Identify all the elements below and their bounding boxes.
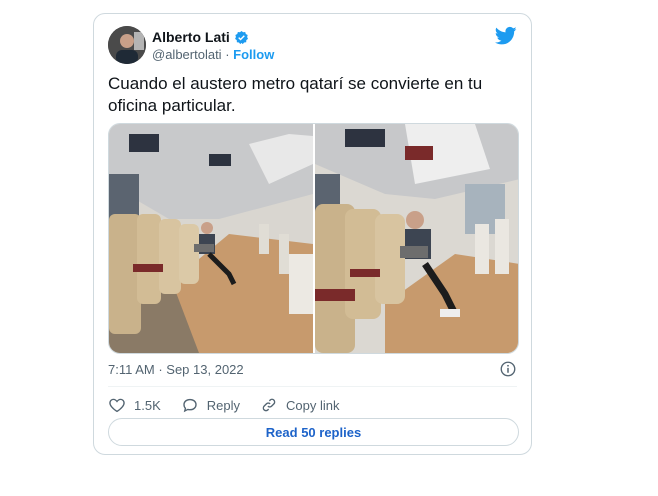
like-action[interactable]: 1.5K [108,396,161,414]
action-bar: 1.5K Reply Copy link [108,394,359,416]
reply-action[interactable]: Reply [181,396,240,414]
tweet-media [108,123,519,354]
link-icon [262,398,276,412]
twitter-bird-icon[interactable] [495,26,517,46]
photo-right[interactable] [314,124,518,353]
read-replies-button[interactable]: Read 50 replies [108,418,519,446]
avatar[interactable] [108,26,146,64]
tweet-text: Cuando el austero metro qatarí se convie… [108,74,483,115]
copy-link-action[interactable]: Copy link [260,396,339,414]
author-name[interactable]: Alberto Lati [152,29,230,45]
author-handle[interactable]: @albertolati [152,47,222,62]
reply-label: Reply [206,397,240,413]
like-count: 1.5K [134,397,161,413]
separator-dot: · [225,47,234,62]
photo-left[interactable] [109,124,313,353]
divider [108,386,517,387]
tweet-header: Alberto Lati @albertolati · Follow [108,26,517,66]
author-handle-row: @albertolati · Follow [152,47,274,62]
speech-bubble-icon [183,398,197,413]
follow-link[interactable]: Follow [233,47,274,62]
info-icon[interactable] [499,360,517,378]
verified-badge-icon [234,30,248,44]
copy-link-label: Copy link [286,397,340,413]
heart-icon [109,398,125,413]
tweet-card: Alberto Lati @albertolati · Follow Cuand… [93,13,532,455]
author-name-row[interactable]: Alberto Lati [152,29,249,45]
tweet-timestamp[interactable]: 7:11 AM · Sep 13, 2022 [108,362,244,377]
